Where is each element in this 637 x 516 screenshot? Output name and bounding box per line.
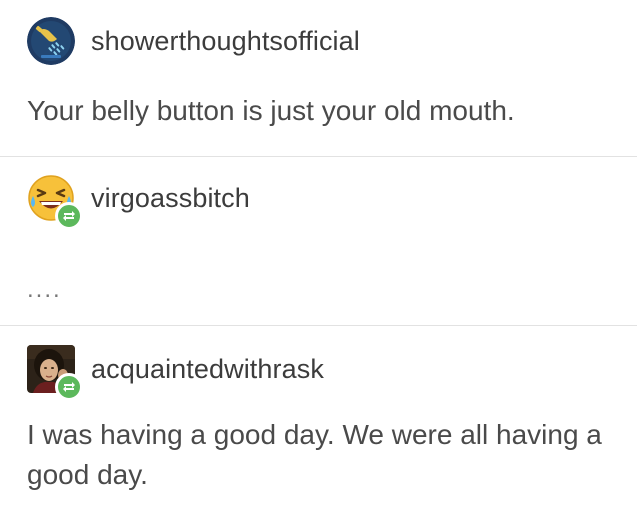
post-text: Your belly button is just your old mouth…	[27, 95, 515, 126]
post-acquaintedwithrask: acquaintedwithrask I was having a good d…	[0, 326, 637, 516]
post-username[interactable]: showerthoughtsofficial	[91, 26, 360, 57]
avatar[interactable]	[27, 174, 83, 230]
reblog-icon	[55, 202, 83, 230]
post-text: I was having a good day. We were all hav…	[27, 419, 602, 490]
post-text: ....	[27, 276, 62, 303]
post-username[interactable]: acquaintedwithrask	[91, 354, 324, 385]
post-header: virgoassbitch	[27, 174, 617, 230]
post-username[interactable]: virgoassbitch	[91, 183, 250, 214]
post-virgoassbitch: virgoassbitch ....	[0, 157, 637, 325]
reblog-icon	[55, 373, 83, 401]
avatar[interactable]	[27, 17, 75, 65]
avatar[interactable]	[27, 345, 83, 401]
post-header: showerthoughtsofficial	[27, 17, 617, 65]
post-showerthoughtsofficial: showerthoughtsofficial Your belly button…	[0, 0, 637, 156]
post-header: acquaintedwithrask	[27, 345, 617, 401]
shower-head-avatar-icon	[27, 17, 75, 65]
